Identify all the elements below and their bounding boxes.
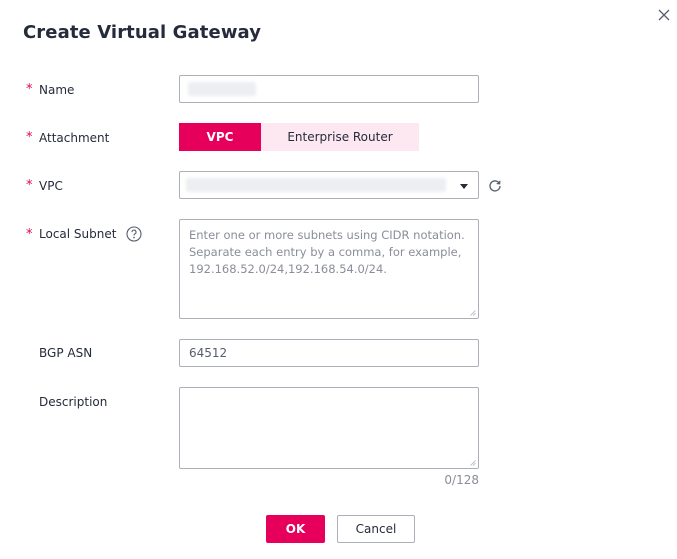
attachment-label-row: * Attachment <box>26 130 109 145</box>
cancel-button[interactable]: Cancel <box>337 515 415 543</box>
bgp-asn-input[interactable]: 64512 <box>179 339 479 367</box>
local-subnet-label: Local Subnet <box>39 227 117 241</box>
required-mark: * <box>26 226 33 242</box>
dialog-title: Create Virtual Gateway <box>23 22 262 43</box>
vpc-label-row: * VPC <box>26 178 63 193</box>
redacted-vpc-value <box>186 178 446 192</box>
description-label-row: Description <box>39 395 107 409</box>
required-mark: * <box>26 178 33 193</box>
local-subnet-textarea[interactable]: Enter one or more subnets using CIDR not… <box>179 219 479 319</box>
local-subnet-placeholder: Enter one or more subnets using CIDR not… <box>189 228 465 276</box>
bgp-asn-label-row: BGP ASN <box>39 346 92 360</box>
required-mark: * <box>26 130 33 145</box>
help-icon[interactable] <box>126 226 143 242</box>
resize-grip-icon[interactable] <box>470 310 476 316</box>
required-mark: * <box>26 82 33 97</box>
local-subnet-label-row: * Local Subnet <box>26 226 143 242</box>
vpc-select[interactable] <box>179 171 479 199</box>
create-virtual-gateway-dialog: Create Virtual Gateway * Name * Attachme… <box>0 0 677 559</box>
description-char-counter: 0/128 <box>444 473 479 487</box>
attachment-option-enterprise-router[interactable]: Enterprise Router <box>261 123 419 151</box>
attachment-selector: VPC Enterprise Router <box>179 123 419 151</box>
name-label: Name <box>39 82 75 97</box>
name-label-row: * Name <box>26 82 74 97</box>
bgp-asn-label: BGP ASN <box>39 346 93 360</box>
attachment-option-vpc[interactable]: VPC <box>179 123 261 151</box>
resize-grip-icon[interactable] <box>470 460 476 466</box>
description-label: Description <box>39 395 108 409</box>
vpc-label: VPC <box>39 178 63 193</box>
refresh-icon[interactable] <box>488 178 502 192</box>
redacted-name-value <box>188 82 256 96</box>
chevron-down-icon <box>460 184 468 189</box>
close-icon[interactable] <box>656 7 672 23</box>
ok-button[interactable]: OK <box>266 515 325 543</box>
description-textarea[interactable] <box>179 387 479 469</box>
attachment-label: Attachment <box>39 130 110 145</box>
name-input[interactable] <box>179 75 479 103</box>
bgp-asn-value: 64512 <box>189 346 228 360</box>
